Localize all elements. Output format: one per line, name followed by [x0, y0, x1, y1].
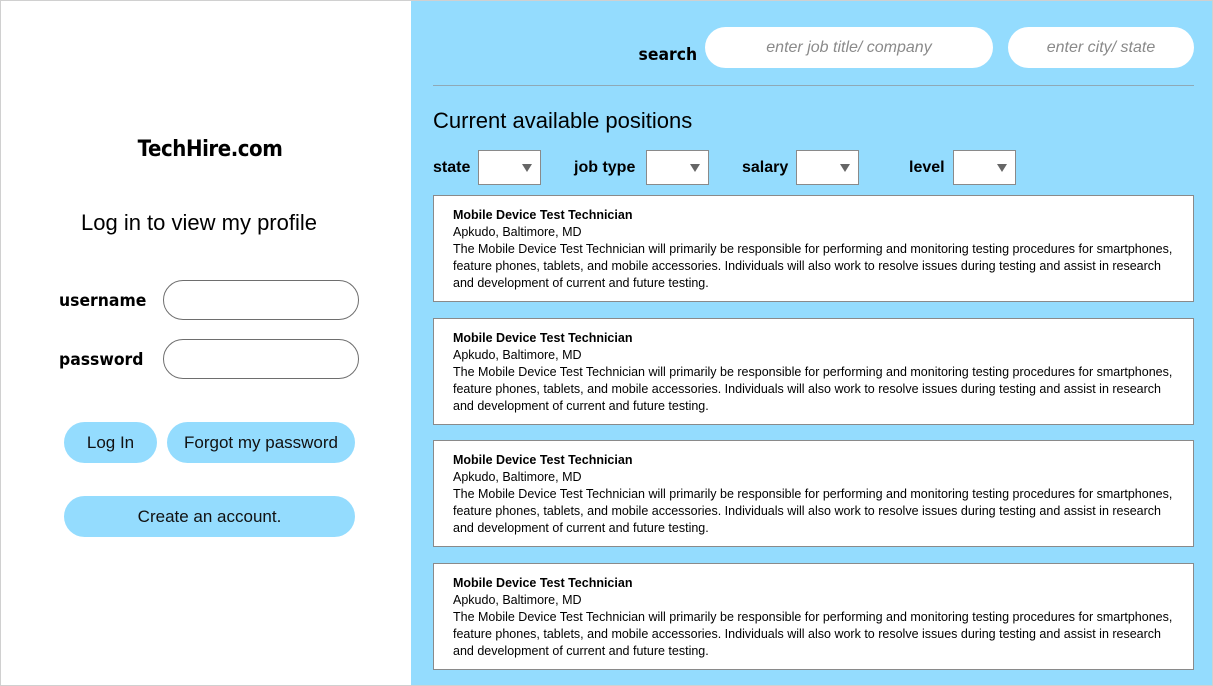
filter-select-level[interactable] [953, 150, 1016, 185]
filter-select-salary[interactable] [796, 150, 859, 185]
job-card[interactable]: Mobile Device Test Technician Apkudo, Ba… [433, 318, 1194, 425]
filter-select-job-type[interactable] [646, 150, 709, 185]
job-search-input[interactable]: enter job title/ company [705, 27, 993, 68]
filter-select-state[interactable] [478, 150, 541, 185]
job-location: Apkudo, Baltimore, MD [453, 225, 582, 239]
search-label: search [638, 45, 698, 65]
brand-logo: TechHire.com [137, 137, 283, 162]
filter-label-level: level [909, 159, 945, 176]
job-title[interactable]: Mobile Device Test Technician [453, 452, 1175, 469]
job-location: Apkudo, Baltimore, MD [453, 593, 582, 607]
filter-label-job-type: job type [574, 159, 636, 176]
chevron-down-icon [997, 164, 1007, 172]
section-title: Current available positions [433, 108, 693, 133]
job-card[interactable]: Mobile Device Test Technician Apkudo, Ba… [433, 195, 1194, 302]
job-card[interactable]: Mobile Device Test Technician Apkudo, Ba… [433, 563, 1194, 670]
job-title[interactable]: Mobile Device Test Technician [453, 575, 1175, 592]
job-location: Apkudo, Baltimore, MD [453, 348, 582, 362]
forgot-password-button[interactable]: Forgot my password [167, 422, 355, 463]
password-label: password [59, 350, 144, 370]
login-heading: Log in to view my profile [81, 210, 317, 235]
job-title[interactable]: Mobile Device Test Technician [453, 207, 1175, 224]
jobs-panel: search enter job title/ company enter ci… [411, 1, 1212, 685]
username-label: username [59, 291, 147, 311]
job-card[interactable]: Mobile Device Test Technician Apkudo, Ba… [433, 440, 1194, 547]
create-account-button[interactable]: Create an account. [64, 496, 355, 537]
chevron-down-icon [522, 164, 532, 172]
job-title[interactable]: Mobile Device Test Technician [453, 330, 1175, 347]
job-description: The Mobile Device Test Technician will p… [453, 242, 1173, 290]
job-description: The Mobile Device Test Technician will p… [453, 610, 1173, 658]
job-description: The Mobile Device Test Technician will p… [453, 487, 1173, 535]
password-input[interactable] [163, 339, 359, 379]
filter-label-state: state [433, 159, 471, 176]
location-search-input[interactable]: enter city/ state [1008, 27, 1194, 68]
divider [433, 85, 1194, 86]
job-description: The Mobile Device Test Technician will p… [453, 365, 1173, 413]
app-frame: TechHire.com Log in to view my profile u… [0, 0, 1213, 686]
filter-label-salary: salary [742, 159, 789, 176]
job-location: Apkudo, Baltimore, MD [453, 470, 582, 484]
login-panel: TechHire.com Log in to view my profile u… [1, 1, 410, 685]
chevron-down-icon [690, 164, 700, 172]
login-button[interactable]: Log In [64, 422, 157, 463]
chevron-down-icon [840, 164, 850, 172]
username-input[interactable] [163, 280, 359, 320]
